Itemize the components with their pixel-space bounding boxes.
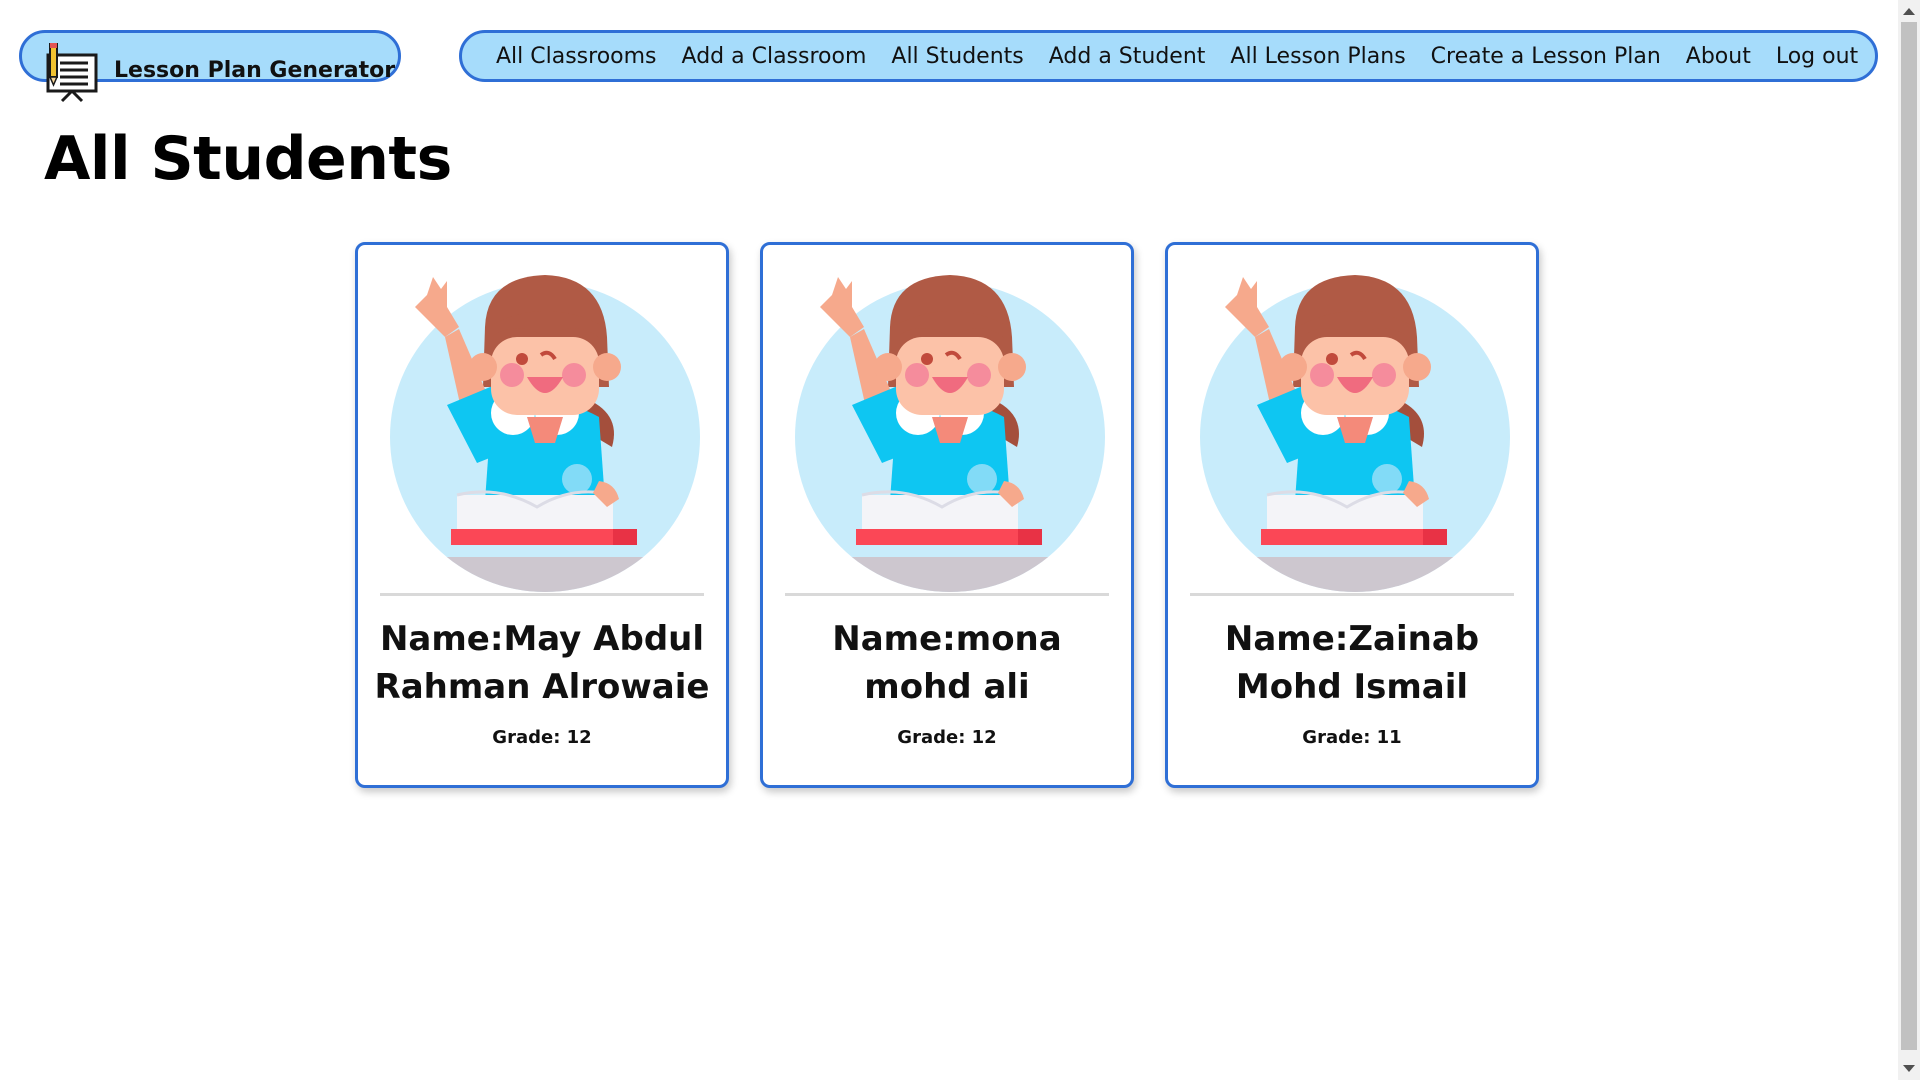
nav-all-students[interactable]: All Students <box>891 44 1023 69</box>
nav-log-out[interactable]: Log out <box>1776 44 1858 69</box>
nav-create-lesson-plan[interactable]: Create a Lesson Plan <box>1431 44 1661 69</box>
vertical-scrollbar[interactable] <box>1898 0 1920 1080</box>
student-card[interactable]: Name:May Abdul Rahman Alrowaie Grade: 12 <box>355 242 729 788</box>
card-divider <box>785 593 1109 596</box>
nav-about[interactable]: About <box>1686 44 1751 69</box>
student-card[interactable]: Name:Zainab Mohd Ismail Grade: 11 <box>1165 242 1539 788</box>
student-name: Name:May Abdul Rahman Alrowaie <box>374 619 710 707</box>
student-name: Name:mona mohd ali <box>832 619 1062 707</box>
nav-add-student[interactable]: Add a Student <box>1049 44 1206 69</box>
brand-title: Lesson Plan Generator <box>114 58 396 83</box>
student-raising-hand-avatar <box>390 275 700 592</box>
student-grade: Grade: 12 <box>492 727 592 748</box>
nav-all-classrooms[interactable]: All Classrooms <box>496 44 657 69</box>
page-title: All Students <box>44 124 452 194</box>
student-grade: Grade: 11 <box>1302 727 1402 748</box>
student-grade: Grade: 12 <box>897 727 997 748</box>
student-name: Name:Zainab Mohd Ismail <box>1224 619 1480 707</box>
lesson-plan-board-icon <box>46 43 98 103</box>
brand-home-link[interactable]: Lesson Plan Generator <box>19 30 401 103</box>
student-raising-hand-avatar <box>795 275 1105 592</box>
student-card[interactable]: Name:mona mohd ali Grade: 12 <box>760 242 1134 788</box>
main-nav: All Classrooms Add a Classroom All Stude… <box>459 30 1878 82</box>
card-divider <box>1190 593 1514 596</box>
scroll-down-arrow-icon[interactable] <box>1903 1065 1915 1072</box>
card-divider <box>380 593 704 596</box>
nav-add-classroom[interactable]: Add a Classroom <box>682 44 867 69</box>
nav-all-lesson-plans[interactable]: All Lesson Plans <box>1230 44 1405 69</box>
scrollbar-thumb[interactable] <box>1901 22 1917 1050</box>
student-card-list: Name:May Abdul Rahman Alrowaie Grade: 12 <box>355 242 1539 788</box>
student-raising-hand-avatar <box>1200 275 1510 592</box>
scroll-up-arrow-icon[interactable] <box>1903 8 1915 15</box>
